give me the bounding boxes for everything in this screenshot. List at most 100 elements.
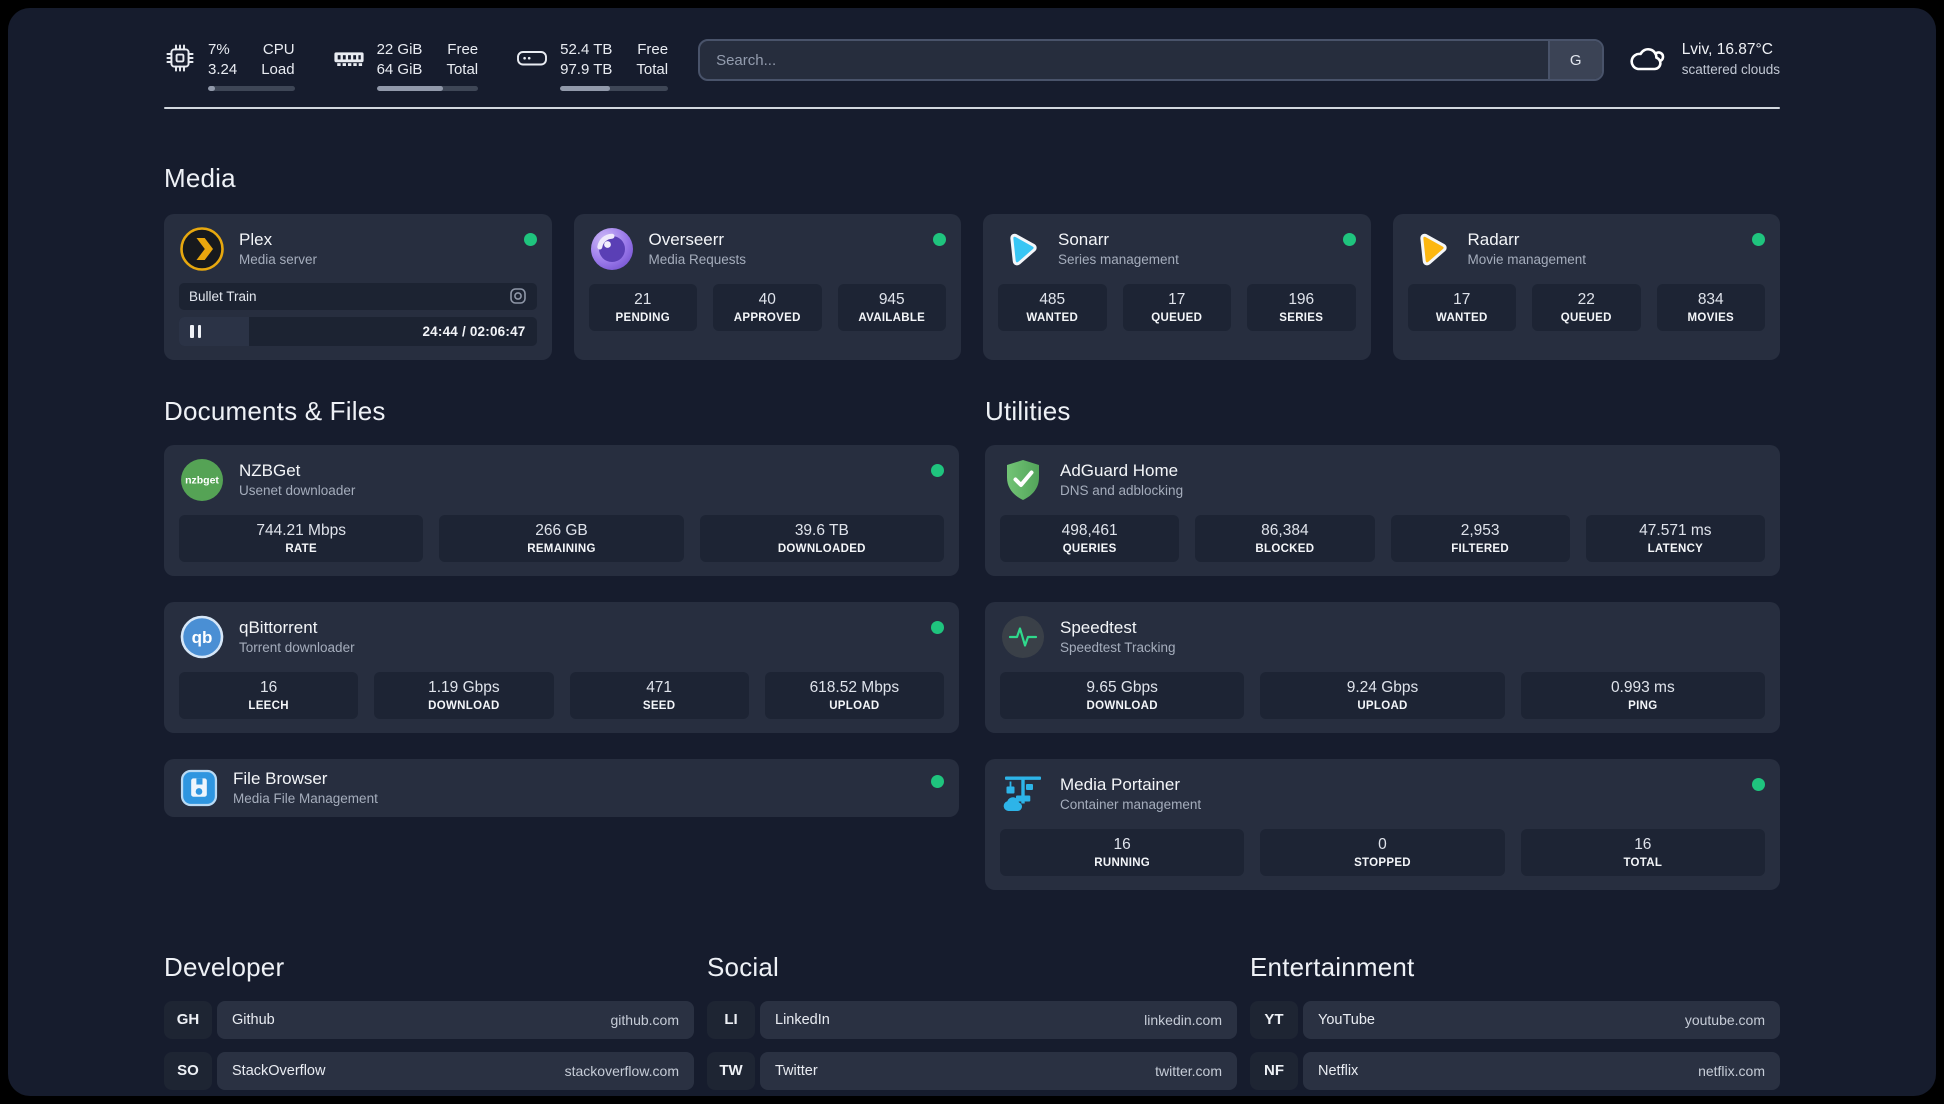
stat-tile-series: 196 SERIES [1247,283,1356,331]
stat-tile-wanted: 17 WANTED [1407,283,1516,331]
app-description: Usenet downloader [239,483,356,499]
bookmark-bar: StackOverflow stackoverflow.com [217,1051,694,1090]
stat-tile-value: 9.24 Gbps [1346,678,1419,696]
app-stats-row: 17 WANTED 22 QUEUED 834 MOVIES [1407,283,1765,331]
app-name: Overseerr [648,229,725,249]
app-name: File Browser [233,768,328,788]
app-description: DNS and adblocking [1060,483,1184,499]
stat-tile-label: RUNNING [1094,856,1151,869]
usage-progress-fill [560,85,610,91]
stat-tile-pending: 21 PENDING [588,283,697,331]
stat-tile-value: 618.52 Mbps [809,678,900,696]
app-description: Movie management [1467,252,1587,268]
bookmark-name: Twitter [775,1062,818,1079]
bookmark-name: Netflix [1318,1062,1359,1079]
app-name: qBittorrent [239,617,318,637]
bookmark-bar: LinkedIn linkedin.com [760,1000,1237,1039]
stat-tile-value: 266 GB [535,521,588,539]
stat-tile-value: 945 [878,290,905,308]
app-titles: Plex Media server [239,230,317,268]
top-bar: 7% 3.24 CPU Load 22 GiB 64 GiB Free Total 52.4… [164,38,1780,91]
weather-text: Lviv, 16.87°C scattered clouds [1682,41,1780,77]
stat-tile-downloaded: 39.6 TB DOWNLOADED [699,514,944,562]
bookmark-github[interactable]: GH Github github.com [164,1000,694,1039]
stat-tile-label: UPLOAD [1357,699,1408,712]
app-card-qbittorrent[interactable]: qb qBittorrent Torrent downloader 16 LEECH 1.… [164,601,959,733]
section-title-entertainment: Entertainment [1250,951,1415,982]
status-dot-online [933,232,946,246]
app-card-file-browser[interactable]: File Browser Media File Management [164,758,959,817]
app-stats-row: 9.65 Gbps DOWNLOAD 9.24 Gbps UPLOAD 0.993 ms… [1000,671,1765,719]
stat-tile-value: 22 [1577,290,1595,308]
app-card-sonarr[interactable]: Sonarr Series management 485 WANTED 17 QUEUED… [983,213,1371,360]
bookmark-linkedin[interactable]: LI LinkedIn linkedin.com [707,1000,1237,1039]
stat-tile-label: LATENCY [1647,542,1704,555]
stat-tile-value: 16 [1113,835,1131,853]
stat-tile-seed: 471 SEED [569,671,749,719]
stat-body: 7% 3.24 CPU Load [208,40,295,91]
search-bar[interactable]: G [698,39,1604,81]
documents-utilities-row: Documents & Files nzbget NZBGet Usenet dow… [164,396,1780,890]
app-card-adguard-home[interactable]: AdGuard Home DNS and adblocking 498,461 QUE… [985,444,1780,576]
stat-label: Total [446,60,479,78]
bookmark-bar: Netflix netflix.com [1303,1051,1780,1090]
app-card-radarr[interactable]: Radarr Movie management 17 WANTED 22 QUEUED 83… [1392,213,1780,360]
app-titles: Sonarr Series management [1058,230,1179,268]
portainer-icon [1000,771,1046,817]
app-stats-row: 498,461 QUERIES 86,384 BLOCKED 2,953 FILTERED… [1000,514,1765,562]
app-card-header: AdGuard Home DNS and adblocking [1000,457,1765,503]
weather-widget: Lviv, 16.87°C scattered clouds [1626,41,1780,77]
search-engine-button[interactable]: G [1547,41,1602,79]
radarr-icon [1408,226,1454,272]
app-card-nzbget[interactable]: nzbget NZBGet Usenet downloader 744.21 Mbps… [164,444,959,576]
stat-tile-download: 1.19 Gbps DOWNLOAD [374,671,554,719]
app-card-speedtest[interactable]: Speedtest Speedtest Tracking 9.65 Gbps DOWN… [985,601,1780,733]
bookmark-twitter[interactable]: TW Twitter twitter.com [707,1051,1237,1090]
stat-tile-value: 744.21 Mbps [256,521,346,539]
stat-tile-value: 471 [646,678,673,696]
stat-secondary-labels: CPU Load [261,40,294,80]
stat-tile-value: 9.65 Gbps [1086,678,1158,696]
app-stats-row: 16 RUNNING 0 STOPPED 16 TOTAL [1000,828,1765,876]
stat-tile-queued: 22 QUEUED [1532,283,1641,331]
stat-tile-value: 2,953 [1460,521,1500,539]
stat-tile-label: QUEUED [1151,311,1203,324]
stat-tile-value: 498,461 [1061,521,1118,539]
disc-icon[interactable] [509,287,527,305]
usage-progress-fill [208,85,215,91]
now-playing-title: Bullet Train [189,288,257,304]
search-input[interactable] [700,41,1548,79]
status-dot-online [931,774,944,788]
usage-progress-fill [376,85,443,91]
stat-tile-total: 16 TOTAL [1520,828,1765,876]
bookmark-netflix[interactable]: NF Netflix netflix.com [1250,1051,1780,1090]
weather-location-temp: Lviv, 16.87°C [1681,41,1773,58]
dashboard-panel: 7% 3.24 CPU Load 22 GiB 64 GiB Free Total 52.4… [8,8,1936,1096]
bookmarks-row: Developer GH Github github.com SO StackOverfl… [164,952,1780,1096]
app-stats-row: 21 PENDING 40 APPROVED 945 AVAILABLE [588,283,946,331]
app-name: AdGuard Home [1060,460,1179,480]
stat-tile-value: 0.993 ms [1610,678,1675,696]
bookmark-youtube[interactable]: YT YouTube youtube.com [1250,1000,1780,1039]
bookmark-name: YouTube [1318,1011,1375,1028]
app-card-overseerr[interactable]: Overseerr Media Requests 21 PENDING 40 APPROV… [573,213,961,360]
stat-tile-upload: 9.24 Gbps UPLOAD [1260,671,1505,719]
app-titles: Radarr Movie management [1468,230,1587,268]
bookmark-group-social: Social LI LinkedIn linkedin.com TW Twitter twi… [707,952,1237,1096]
bookmark-abbr: NF [1250,1051,1298,1090]
media-card-grid: Plex Media server Bullet Train 24:44 / 02:… [164,213,1780,360]
bookmark-group-developer: Developer GH Github github.com SO StackOverfl… [164,952,694,1096]
stat-tile-value: 40 [758,290,776,308]
usage-progress-bar [376,85,479,91]
stat-primary-values: 7% 3.24 [208,40,237,80]
app-titles: Speedtest Speedtest Tracking [1060,618,1176,656]
stat-tile-label: QUEUED [1560,311,1612,324]
app-card-media-portainer[interactable]: Media Portainer Container management 16 RUN… [985,758,1780,890]
bookmark-bar: Twitter twitter.com [760,1051,1237,1090]
now-playing-progress-bar[interactable]: 24:44 / 02:06:47 [179,316,537,346]
app-card-plex[interactable]: Plex Media server Bullet Train 24:44 / 02:… [164,213,552,360]
stat-tile-value: 485 [1039,290,1066,308]
section-title-documents: Documents & Files [164,395,386,426]
bookmark-stackoverflow[interactable]: SO StackOverflow stackoverflow.com [164,1051,694,1090]
pause-icon[interactable] [190,324,201,338]
